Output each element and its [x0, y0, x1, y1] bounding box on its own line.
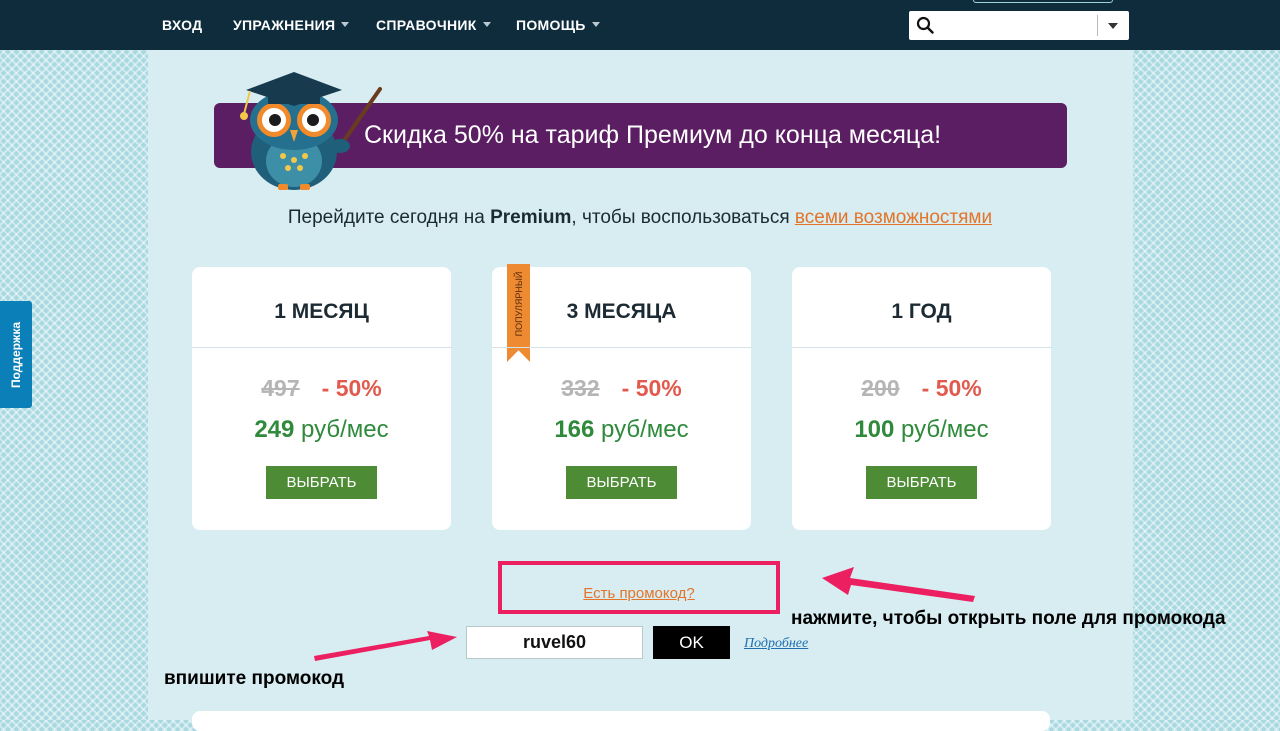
all-features-link[interactable]: всеми возможностями: [795, 207, 992, 228]
subhead-middle: , чтобы воспользоваться: [571, 207, 795, 228]
have-promo-code-link[interactable]: Есть промокод?: [502, 585, 776, 602]
nav-reference-label: СПРАВОЧНИК: [376, 17, 477, 33]
subhead-premium: Premium: [490, 207, 572, 228]
promo-ok-button[interactable]: OK: [653, 626, 730, 659]
discount-label: - 50%: [321, 375, 382, 401]
search-dropdown-chevron-icon[interactable]: [1108, 23, 1118, 29]
bottom-card: [192, 711, 1050, 731]
plan-title: 3 МЕСЯЦА: [566, 300, 677, 323]
promo-highlight-box: Есть промокод?: [498, 561, 780, 614]
search-box: [909, 11, 1129, 40]
owl-mascot-icon: [240, 72, 382, 190]
support-tab-label: Поддержка: [9, 321, 23, 388]
nav-login[interactable]: ВХОД: [162, 17, 202, 33]
chevron-down-icon: [482, 22, 491, 27]
card-divider: [192, 347, 451, 348]
nav-help[interactable]: ПОМОЩЬ: [516, 17, 600, 33]
plan-title: 1 ГОД: [891, 300, 952, 323]
choose-plan-button[interactable]: ВЫБРАТЬ: [866, 466, 977, 499]
subhead-prefix: Перейдите сегодня на: [287, 207, 491, 228]
price-row: 200 - 50%: [792, 375, 1051, 402]
new-price-row: 100 руб/мес: [792, 416, 1051, 444]
price-row: 332 - 50%: [492, 375, 751, 402]
premium-subheading: Перейдите сегодня на Premium, чтобы восп…: [0, 207, 1280, 229]
card-divider: [792, 347, 1051, 348]
old-price: 497: [261, 375, 300, 401]
plan-title: 1 МЕСЯЦ: [274, 300, 369, 323]
nav-exercises-label: УПРАЖНЕНИЯ: [233, 17, 336, 33]
price-unit: руб/мес: [901, 416, 989, 443]
plan-card-3-months: ПОПУЛЯРНЫЙ 3 МЕСЯЦА 332- 50% 166 руб/мес…: [492, 264, 751, 530]
price-unit: руб/мес: [601, 416, 689, 443]
choose-plan-button[interactable]: ВЫБРАТЬ: [266, 466, 377, 499]
nav-login-label: ВХОД: [162, 17, 203, 33]
promo-code-input[interactable]: [466, 626, 643, 659]
search-divider: [1097, 15, 1098, 36]
new-price-row: 166 руб/мес: [492, 416, 751, 444]
discount-label: - 50%: [921, 375, 982, 401]
search-input[interactable]: [941, 14, 1105, 38]
support-tab[interactable]: Поддержка: [0, 301, 32, 408]
top-nav-bar: ВХОД УПРАЖНЕНИЯ СПРАВОЧНИК ПОМОЩЬ: [0, 0, 1280, 50]
new-price-row: 249 руб/мес: [192, 416, 451, 444]
banner-text: Скидка 50% на тариф Премиум до конца мес…: [364, 121, 942, 149]
new-price: 249: [254, 416, 295, 443]
nav-reference[interactable]: СПРАВОЧНИК: [376, 17, 491, 33]
hint-open-field: нажмите, чтобы открыть поле для промокод…: [791, 608, 1226, 629]
new-price: 100: [854, 416, 895, 443]
price-unit: руб/мес: [301, 416, 389, 443]
old-price: 200: [861, 375, 900, 401]
plan-card-1-year: 1 ГОД 200 - 50% 100 руб/мес ВЫБРАТЬ: [792, 267, 1051, 530]
search-icon[interactable]: [916, 16, 934, 34]
new-price: 166: [554, 416, 595, 443]
top-tab-outline: [973, 0, 1113, 3]
card-divider: [492, 347, 751, 348]
nav-help-label: ПОМОЩЬ: [516, 17, 586, 33]
chevron-down-icon: [591, 22, 600, 27]
chevron-down-icon: [341, 22, 350, 27]
choose-plan-button[interactable]: ВЫБРАТЬ: [566, 466, 677, 499]
discount-label: - 50%: [621, 375, 682, 401]
old-price: 332: [561, 375, 600, 401]
nav-exercises[interactable]: УПРАЖНЕНИЯ: [233, 17, 350, 33]
plan-card-1-month: 1 МЕСЯЦ 497 - 50% 249 руб/мес ВЫБРАТЬ: [192, 267, 451, 530]
more-details-link[interactable]: Подробнее: [744, 636, 808, 652]
price-row: 497 - 50%: [192, 375, 451, 402]
hint-enter-code: впишите промокод: [164, 668, 345, 689]
